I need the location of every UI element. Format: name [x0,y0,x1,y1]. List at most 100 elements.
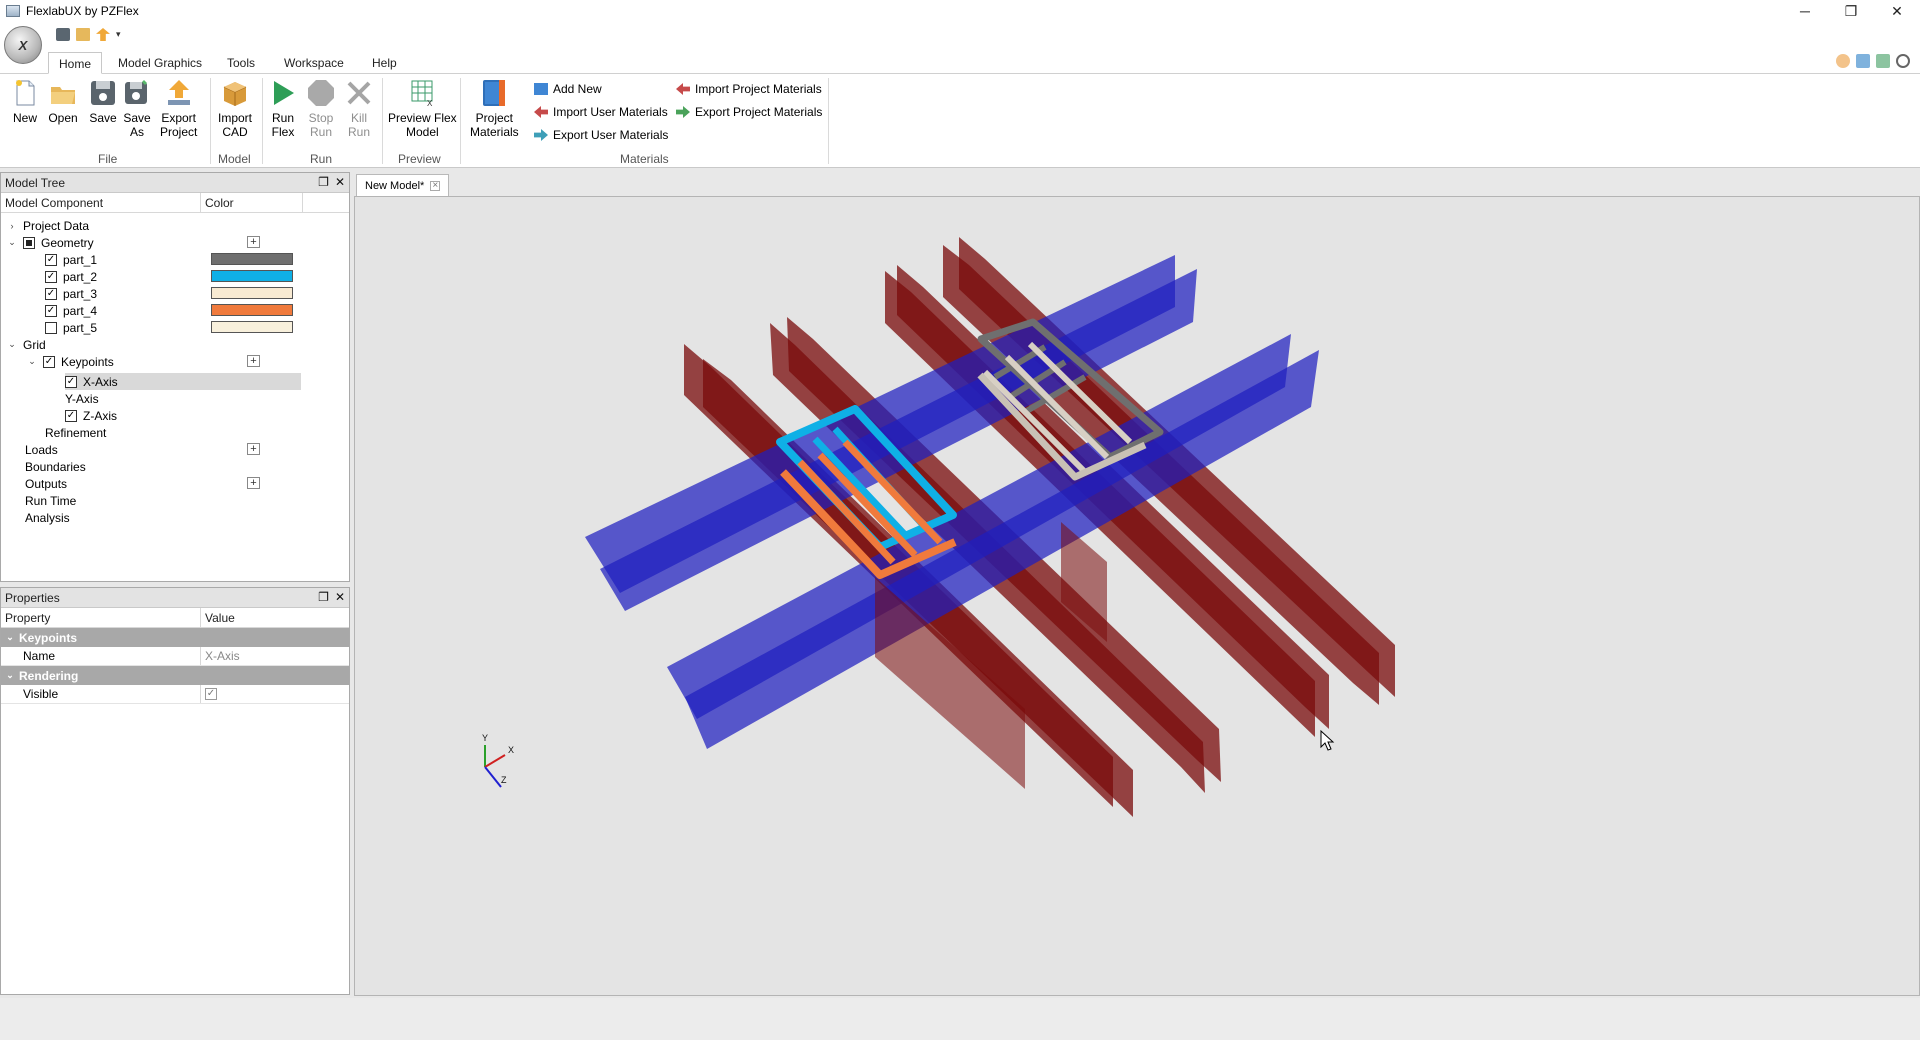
import-project-arrow-icon [676,83,690,95]
tree-item-refinement[interactable]: Refinement [45,424,106,441]
3d-viewport[interactable]: Y X Z [354,196,1920,996]
project-materials-button[interactable]: Project Materials [470,78,519,139]
float-panel-icon[interactable]: ❐ [318,175,329,189]
ribbon-tab-bar: Home Model Graphics Tools Workspace Help [0,50,1920,74]
z-axis-checkbox[interactable] [65,409,77,422]
export-project-button[interactable]: Export Project [160,78,197,139]
export-project-materials-button[interactable]: Export Project Materials [676,105,822,119]
model-scene[interactable]: Y X Z [355,197,1920,996]
close-button[interactable]: ✕ [1874,0,1920,22]
chart-icon[interactable] [1876,54,1890,68]
geometry-add-button[interactable]: + [247,236,260,248]
collapse-arrow-icon[interactable]: ⌄ [27,356,37,367]
tree-item-part-1[interactable]: part_1 [45,251,97,268]
app-icon [6,5,20,17]
geometry-checkbox[interactable] [23,236,35,249]
x-axis-checkbox[interactable] [65,375,77,388]
preview-flex-model-button[interactable]: X Preview Flex Model [388,78,457,139]
part-1-color-swatch[interactable] [211,253,293,265]
run-flex-button[interactable]: Run Flex [268,78,298,139]
tree-item-part-5[interactable]: part_5 [45,319,97,336]
kill-run-button[interactable]: Kill Run [344,78,374,139]
save-as-button[interactable]: Save As [122,78,152,139]
quick-export-icon[interactable] [96,28,110,41]
part-4-color-swatch[interactable] [211,304,293,316]
tree-item-boundaries[interactable]: Boundaries [25,458,86,475]
new-button[interactable]: New [10,78,40,125]
tab-model-graphics[interactable]: Model Graphics [108,52,212,74]
tree-item-keypoints[interactable]: ⌄ Keypoints [27,353,114,370]
style-icon[interactable] [1836,54,1850,68]
tree-item-outputs[interactable]: Outputs [25,475,67,492]
tree-item-part-2[interactable]: part_2 [45,268,97,285]
tab-workspace[interactable]: Workspace [274,52,354,74]
tree-item-z-axis[interactable]: Z-Axis [65,407,117,424]
part-5-color-swatch[interactable] [211,321,293,333]
keypoints-add-button[interactable]: + [247,355,260,367]
tree-label: Keypoints [61,354,114,369]
minimize-button[interactable]: ─ [1782,0,1828,22]
tree-item-analysis[interactable]: Analysis [25,509,70,526]
stop-run-label-1: Stop [308,111,334,125]
save-label: Save [89,111,117,125]
tree-item-y-axis[interactable]: Y-Axis [65,390,99,407]
quick-save-icon[interactable] [56,28,70,41]
part-4-checkbox[interactable] [45,304,57,317]
collapse-arrow-icon[interactable]: ⌄ [7,339,17,350]
save-button[interactable]: Save [88,78,118,125]
section-rendering[interactable]: ⌄ Rendering [1,666,349,685]
tree-item-grid[interactable]: ⌄ Grid [7,336,45,353]
tab-home[interactable]: Home [48,52,103,74]
add-new-material-button[interactable]: Add New [534,82,602,96]
tree-label: Outputs [25,476,68,491]
import-cad-button[interactable]: Import CAD [218,78,252,139]
y-axis-label: Y [482,733,488,743]
layout-icon[interactable] [1856,54,1870,68]
part-3-checkbox[interactable] [45,287,57,300]
stop-run-label-2: Run [309,125,332,139]
part-3-color-swatch[interactable] [211,287,293,299]
float-panel-icon[interactable]: ❐ [318,590,329,604]
close-panel-icon[interactable]: ✕ [335,590,345,604]
close-panel-icon[interactable]: ✕ [335,175,345,189]
export-label-1: Export [161,111,197,125]
outputs-add-button[interactable]: + [247,477,260,489]
part-5-checkbox[interactable] [45,321,57,334]
tab-tools[interactable]: Tools [217,52,265,74]
restore-button[interactable]: ❐ [1828,0,1874,22]
import-cad-label-1: Import [218,111,253,125]
close-tab-icon[interactable]: × [430,180,441,191]
application-menu-button[interactable]: X [4,26,42,64]
import-user-materials-button[interactable]: Import User Materials [534,105,668,119]
tab-help[interactable]: Help [362,52,407,74]
open-button[interactable]: Open [48,78,78,125]
visible-checkbox[interactable] [205,688,217,700]
tree-item-part-3[interactable]: part_3 [45,285,97,302]
keypoints-checkbox[interactable] [43,355,55,368]
tree-item-loads[interactable]: Loads [25,441,58,458]
export-user-materials-button[interactable]: Export User Materials [534,128,668,142]
collapse-arrow-icon[interactable]: ⌄ [7,237,17,248]
stop-run-button[interactable]: Stop Run [306,78,336,139]
section-keypoints[interactable]: ⌄ Keypoints [1,628,349,647]
customize-dropdown-icon[interactable]: ▾ [116,28,124,41]
expand-arrow-icon[interactable]: › [7,221,17,231]
tree-item-part-4[interactable]: part_4 [45,302,97,319]
part-2-checkbox[interactable] [45,270,57,283]
part-1-checkbox[interactable] [45,253,57,266]
quick-open-icon[interactable] [76,28,90,41]
tree-item-project-data[interactable]: › Project Data [7,217,90,234]
document-tab-new-model[interactable]: New Model* × [356,174,450,196]
group-label-run: Run [310,152,333,166]
section-rendering-label: Rendering [19,668,79,683]
loads-add-button[interactable]: + [247,443,260,455]
settings-gear-icon[interactable] [1896,54,1910,68]
part-2-color-swatch[interactable] [211,270,293,282]
title-bar: FlexlabUX by PZFlex ─ ❐ ✕ [0,0,1920,22]
tree-item-geometry[interactable]: ⌄ Geometry [7,234,93,251]
tree-item-run-time[interactable]: Run Time [25,492,76,509]
collapse-arrow-icon: ⌄ [6,632,14,642]
tree-item-x-axis[interactable]: X-Axis [65,373,118,390]
import-project-materials-button[interactable]: Import Project Materials [676,82,822,96]
window-controls: ─ ❐ ✕ [1782,0,1920,22]
